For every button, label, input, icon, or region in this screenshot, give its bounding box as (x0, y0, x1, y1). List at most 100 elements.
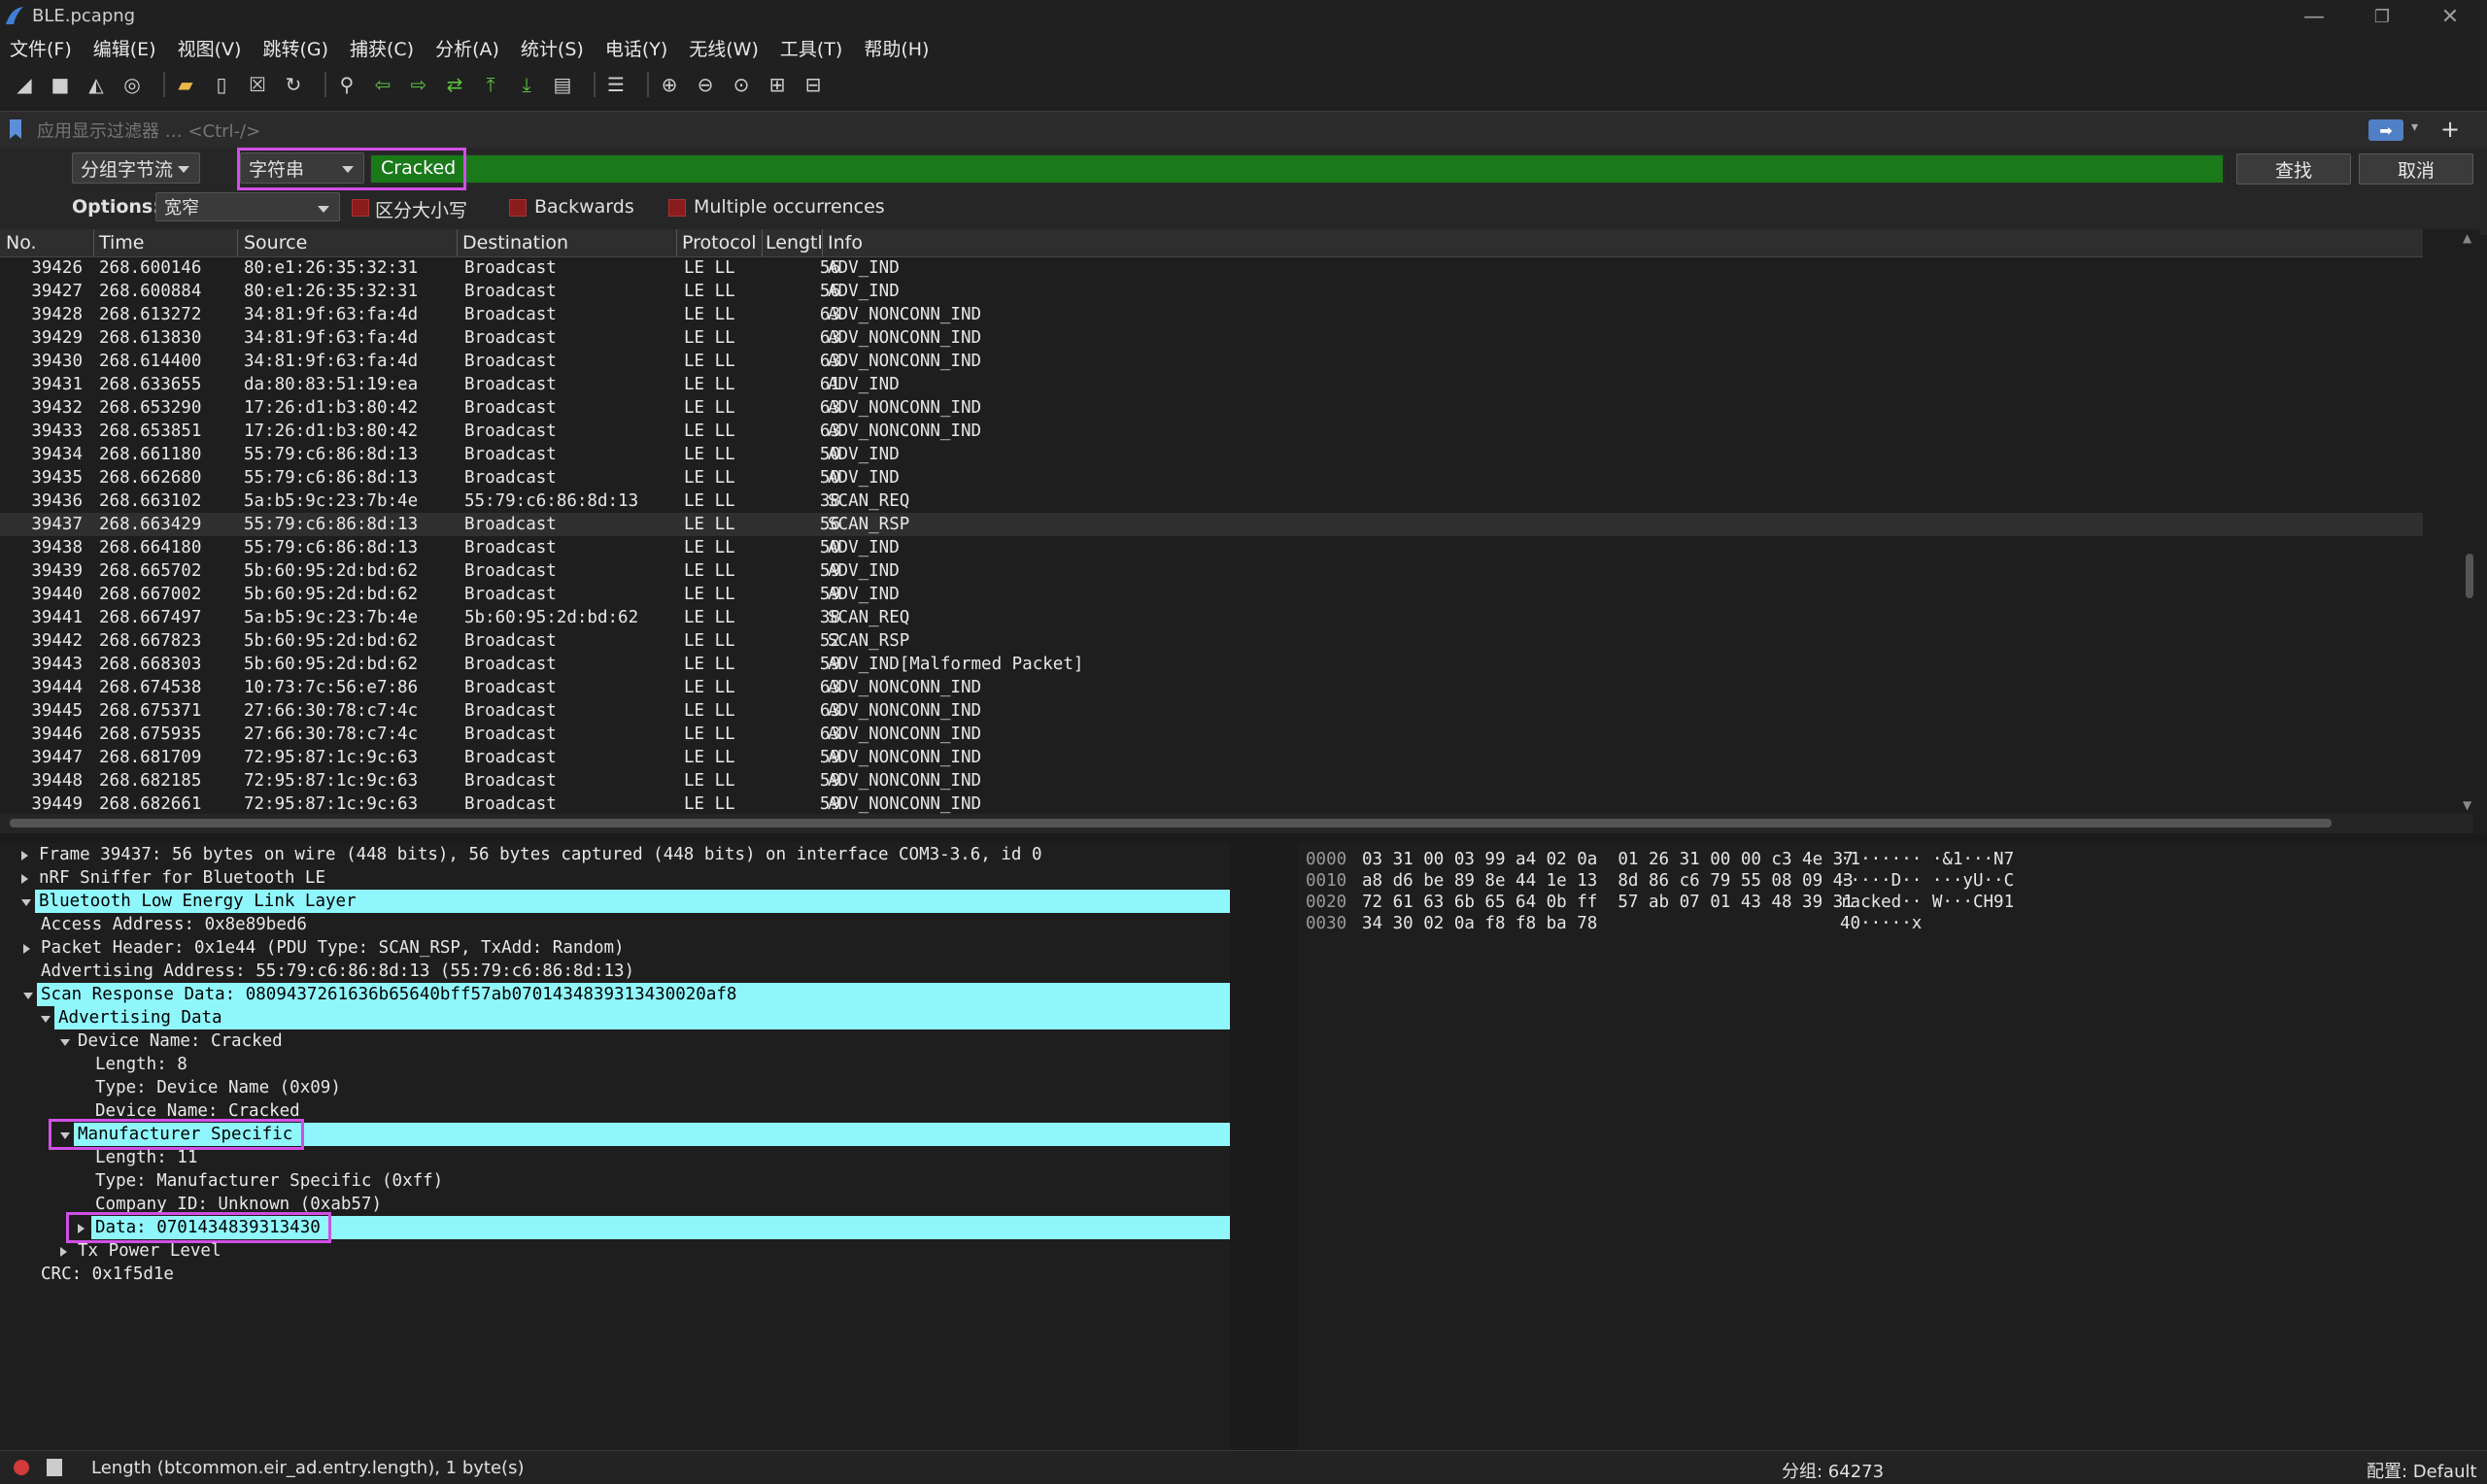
collapse-triangle-icon[interactable] (23, 993, 33, 999)
goto-icon[interactable]: ⇄ (442, 72, 467, 97)
pane-splitter[interactable] (0, 833, 2487, 843)
close-file-icon[interactable]: ☒ (245, 72, 270, 97)
packet-row[interactable]: 39442 268.667823 5b:60:95:2d:bd:62 Broadcas… (0, 629, 2423, 653)
detail-tree-item[interactable]: nRF Sniffer for Bluetooth LE (0, 866, 1230, 890)
column-length[interactable]: Lengtl (766, 232, 823, 253)
packet-row[interactable]: 39438 268.664180 55:79:c6:86:8d:13 Broadcas… (0, 536, 2423, 559)
packet-row[interactable]: 39433 268.653851 17:26:d1:b3:80:42 Broadcas… (0, 420, 2423, 443)
zoom-in-icon[interactable]: ⊕ (657, 72, 682, 97)
detail-tree-item[interactable]: Bluetooth Low Energy Link Layer (0, 890, 1230, 913)
packet-row[interactable]: 39430 268.614400 34:81:9f:63:fa:4d Broadcas… (0, 350, 2423, 373)
packet-row[interactable]: 39441 268.667497 5a:b5:9c:23:7b:4e 5b:60:95… (0, 606, 2423, 629)
charset-select[interactable]: 宽窄 (155, 192, 340, 221)
packet-row[interactable]: 39434 268.661180 55:79:c6:86:8d:13 Broadcas… (0, 443, 2423, 466)
display-filter-input[interactable] (35, 118, 2351, 145)
packet-row[interactable]: 39440 268.667002 5b:60:95:2d:bd:62 Broadcas… (0, 583, 2423, 606)
detail-tree-item[interactable]: Advertising Data (0, 1006, 1230, 1029)
minimize-button[interactable]: — (2285, 0, 2343, 33)
expand-triangle-icon[interactable] (60, 1247, 67, 1257)
details-bytes-splitter[interactable] (1230, 843, 1298, 1450)
multiple-occurrences-checkbox[interactable] (668, 199, 686, 217)
menu-edit[interactable]: 编辑(E) (93, 35, 156, 61)
collapse-triangle-icon[interactable] (41, 1016, 51, 1023)
byte-ascii[interactable]: ·1······ ·&1···N7 (1840, 849, 2014, 870)
detail-tree-item[interactable]: Manufacturer Specific (0, 1119, 1230, 1150)
detail-tree-item[interactable]: Type: Manufacturer Specific (0xff) (0, 1169, 1230, 1193)
byte-ascii[interactable]: racked·· W···CH91 (1840, 892, 2014, 913)
byte-ascii[interactable]: 40·····x (1840, 913, 1922, 934)
zoom-normal-icon[interactable]: ⊙ (729, 72, 754, 97)
packet-row[interactable]: 39429 268.613830 34:81:9f:63:fa:4d Broadcas… (0, 326, 2423, 350)
menu-file[interactable]: 文件(F) (10, 35, 72, 61)
packet-row[interactable]: 39431 268.633655 da:80:83:51:19:ea Broadcas… (0, 373, 2423, 396)
column-protocol[interactable]: Protocol (682, 232, 757, 253)
vscroll-thumb[interactable] (2466, 554, 2473, 598)
packet-row[interactable]: 39428 268.613272 34:81:9f:63:fa:4d Broadcas… (0, 303, 2423, 326)
packet-row[interactable]: 39447 268.681709 72:95:87:1c:9c:63 Broadcas… (0, 746, 2423, 769)
collapse-triangle-icon[interactable] (60, 1039, 70, 1046)
packet-row[interactable]: 39436 268.663102 5a:b5:9c:23:7b:4e 55:79:c6… (0, 489, 2423, 513)
apply-filter-arrow-icon[interactable]: ➡ (2368, 119, 2403, 141)
column-time[interactable]: Time (99, 232, 145, 253)
colorize-icon[interactable]: ☰ (603, 72, 629, 97)
reload-icon[interactable]: ↻ (281, 72, 306, 97)
search-scope-select[interactable]: 分组字节流 (72, 152, 200, 184)
find-icon[interactable]: ⚲ (334, 72, 359, 97)
detail-tree-item[interactable]: Frame 39437: 56 bytes on wire (448 bits)… (0, 843, 1230, 866)
collapse-triangle-icon[interactable] (21, 899, 31, 906)
packet-row[interactable]: 39445 268.675371 27:66:30:78:c7:4c Broadcas… (0, 699, 2423, 723)
case-sensitive-checkbox[interactable] (352, 199, 369, 217)
status-profile[interactable]: 配置: Default (2367, 1458, 2477, 1483)
packet-row[interactable]: 39439 268.665702 5b:60:95:2d:bd:62 Broadcas… (0, 559, 2423, 583)
column-info[interactable]: Info (828, 232, 863, 253)
byte-hex[interactable]: 34 30 02 0a f8 f8 ba 78 (1362, 913, 1597, 934)
close-button[interactable]: ✕ (2421, 0, 2479, 33)
find-button[interactable]: 查找 (2236, 153, 2351, 185)
packet-row[interactable]: 39448 268.682185 72:95:87:1c:9c:63 Broadcas… (0, 769, 2423, 793)
search-string-field[interactable]: Cracked (369, 153, 2225, 185)
menu-capture[interactable]: 捕获(C) (350, 35, 414, 61)
resize-columns-icon[interactable]: ⊞ (765, 72, 790, 97)
expand-triangle-icon[interactable] (21, 851, 28, 860)
expert-info-led-icon[interactable] (14, 1460, 29, 1475)
packet-list-vscrollbar[interactable]: ▲ ▼ (2458, 229, 2479, 817)
shark-fin-icon[interactable]: ◢ (12, 72, 37, 97)
forward-arrow-icon[interactable]: ⇨ (406, 72, 431, 97)
filter-dropdown-icon[interactable]: ▾ (2411, 119, 2418, 135)
backwards-checkbox[interactable] (509, 199, 527, 217)
menu-analyze[interactable]: 分析(A) (435, 35, 499, 61)
menu-telephony[interactable]: 电话(Y) (605, 35, 667, 61)
packet-row[interactable]: 39449 268.682661 72:95:87:1c:9c:63 Broadcas… (0, 793, 2423, 816)
cancel-button[interactable]: 取消 (2359, 153, 2473, 185)
detail-tree-item[interactable]: Tx Power Level (0, 1239, 1230, 1263)
hscroll-thumb[interactable] (10, 819, 2332, 827)
capture-comment-icon[interactable] (47, 1459, 62, 1476)
menu-tools[interactable]: 工具(T) (780, 35, 842, 61)
expand-triangle-icon[interactable] (23, 944, 30, 954)
detail-tree-item[interactable]: CRC: 0x1f5d1e (0, 1263, 1230, 1286)
detail-tree-item[interactable]: Data: 0701434839313430 (0, 1212, 1230, 1243)
column-destination[interactable]: Destination (462, 232, 568, 253)
last-packet-icon[interactable]: ⤓ (514, 72, 539, 97)
byte-hex[interactable]: 72 61 63 6b 65 64 0b ff 57 ab 07 01 43 4… (1362, 892, 1854, 913)
expand-triangle-icon[interactable] (21, 874, 28, 884)
detail-tree-item[interactable]: Advertising Address: 55:79:c6:86:8d:13 (… (0, 960, 1230, 983)
first-packet-icon[interactable]: ⤒ (478, 72, 503, 97)
menu-go[interactable]: 跳转(G) (262, 35, 328, 61)
column-source[interactable]: Source (244, 232, 307, 253)
byte-hex[interactable]: a8 d6 be 89 8e 44 1e 13 8d 86 c6 79 55 0… (1362, 870, 1854, 892)
packet-row[interactable]: 39426 268.600146 80:e1:26:35:32:31 Broadcas… (0, 256, 2423, 280)
menu-help[interactable]: 帮助(H) (864, 35, 929, 61)
scroll-up-icon[interactable]: ▲ (2463, 231, 2471, 245)
packet-row[interactable]: 39444 268.674538 10:73:7c:56:e7:86 Broadcas… (0, 676, 2423, 699)
packet-row[interactable]: 39435 268.662680 55:79:c6:86:8d:13 Broadcas… (0, 466, 2423, 489)
packet-row[interactable]: 39437 268.663429 55:79:c6:86:8d:13 Broadcas… (0, 513, 2423, 536)
open-folder-icon[interactable]: ▰ (173, 72, 198, 97)
packet-row[interactable]: 39446 268.675935 27:66:30:78:c7:4c Broadcas… (0, 723, 2423, 746)
detail-tree-item[interactable]: Access Address: 0x8e89bed6 (0, 913, 1230, 936)
detail-tree-item[interactable]: Type: Device Name (0x09) (0, 1076, 1230, 1099)
zoom-out-icon[interactable]: ⊖ (693, 72, 718, 97)
detail-tree-item[interactable]: Packet Header: 0x1e44 (PDU Type: SCAN_RS… (0, 936, 1230, 960)
detail-tree-item[interactable]: Device Name: Cracked (0, 1029, 1230, 1053)
menu-statistics[interactable]: 统计(S) (521, 35, 584, 61)
